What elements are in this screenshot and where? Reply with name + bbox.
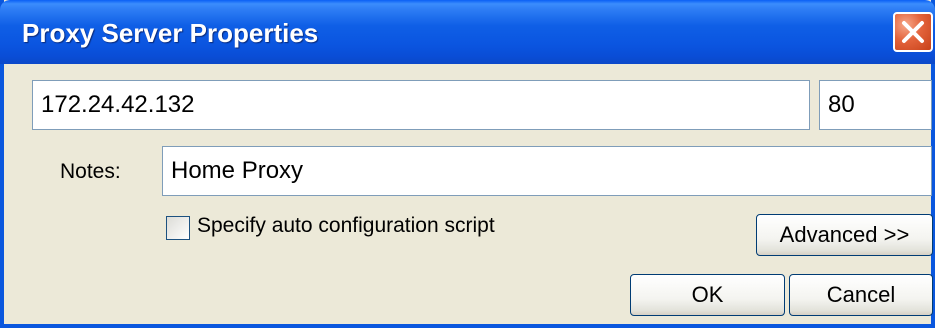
cancel-button[interactable]: Cancel — [789, 274, 933, 316]
proxy-address-input[interactable]: 172.24.42.132 — [32, 80, 810, 130]
auto-config-label[interactable]: Specify auto configuration script — [197, 214, 495, 238]
auto-config-checkbox[interactable] — [166, 216, 190, 240]
close-icon — [902, 21, 924, 43]
dialog-title: Proxy Server Properties — [22, 18, 319, 48]
ok-button[interactable]: OK — [630, 274, 785, 316]
notes-input[interactable]: Home Proxy — [162, 146, 932, 196]
close-button[interactable] — [893, 12, 933, 52]
proxy-server-properties-dialog: Proxy Server Properties 172.24.42.132 80… — [0, 0, 935, 328]
proxy-port-input[interactable]: 80 — [819, 80, 932, 130]
notes-label: Notes: — [60, 160, 121, 183]
advanced-button[interactable]: Advanced >> — [756, 214, 933, 256]
title-bar[interactable]: Proxy Server Properties — [0, 0, 935, 64]
